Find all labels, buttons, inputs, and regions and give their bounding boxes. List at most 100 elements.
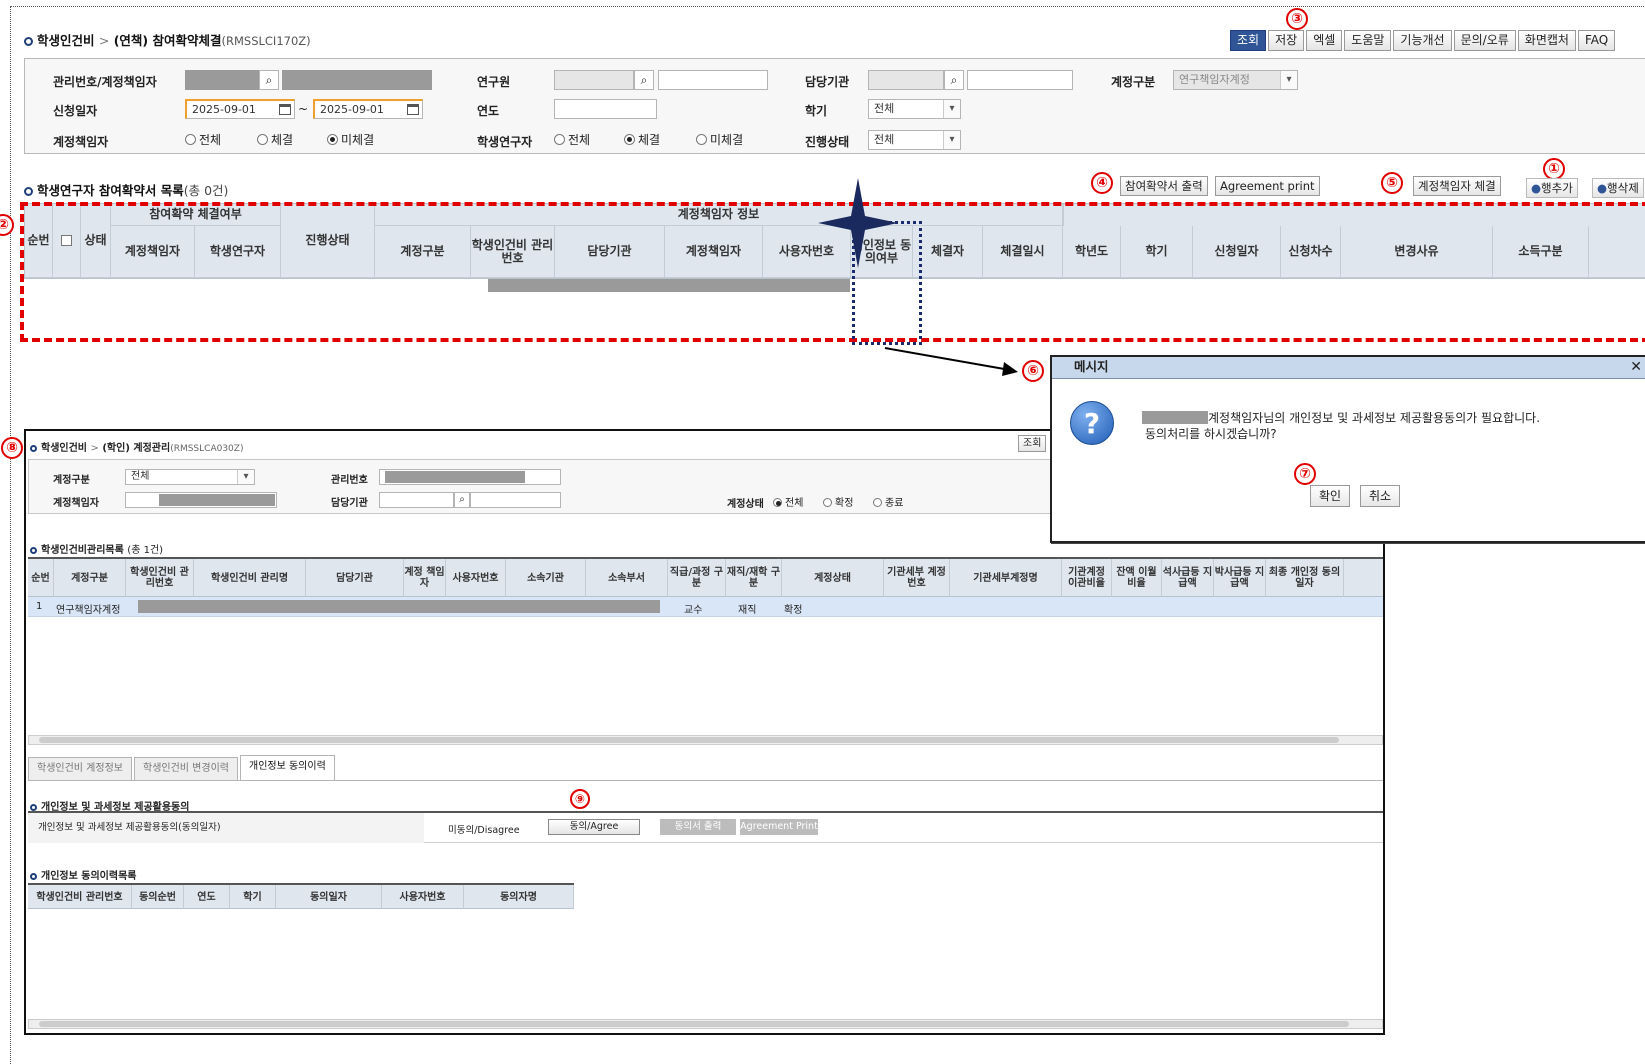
annotation-7: ⑦ xyxy=(1294,463,1316,485)
search-button[interactable]: 조회 xyxy=(1230,30,1267,51)
excel-button[interactable]: 엑셀 xyxy=(1306,30,1343,51)
calendar-icon[interactable] xyxy=(407,104,419,115)
horizontal-scrollbar[interactable] xyxy=(28,1019,1383,1029)
inner-org-name-field[interactable] xyxy=(470,492,561,508)
date-to-field[interactable]: 2025-09-01 xyxy=(313,99,423,119)
consent-print-button[interactable]: 동의서 출력 xyxy=(660,819,736,835)
researcher-name-field[interactable] xyxy=(658,70,768,90)
inner-col-doctor-pay: 박사급등 지급액 xyxy=(1214,559,1266,597)
annotation-3: ③ xyxy=(1286,8,1308,30)
inquiry-button[interactable]: 문의/오류 xyxy=(1453,30,1516,51)
status-select[interactable]: 전체 xyxy=(868,130,961,150)
search-icon[interactable]: ⌕ xyxy=(454,492,470,508)
search-icon[interactable]: ⌕ xyxy=(634,70,654,90)
capture-button[interactable]: 화면캡처 xyxy=(1517,30,1576,51)
dialog-message-line1: 계정책임자님의 개인정보 및 과세정보 제공활용동의가 필요합니다. xyxy=(1208,411,1541,425)
row-account-type: 연구책임자계정 xyxy=(56,605,121,616)
close-icon[interactable]: ✕ xyxy=(1630,357,1642,377)
horizontal-scrollbar[interactable] xyxy=(28,735,1383,745)
history-col-semester: 학기 xyxy=(230,885,276,909)
help-button[interactable]: 도움말 xyxy=(1344,30,1392,51)
mgmt-number-field[interactable] xyxy=(185,70,260,90)
search-icon[interactable]: ⌕ xyxy=(944,70,964,90)
inner-search-button[interactable]: 조회 xyxy=(1018,435,1047,452)
radio-icon xyxy=(554,134,565,145)
consent-agreement-print-button[interactable]: Agreement Print xyxy=(740,819,818,835)
tab-account-info[interactable]: 학생인건비 계정정보 xyxy=(28,757,132,781)
account-type-select[interactable]: 연구책임자계정 xyxy=(1173,70,1298,90)
owner-name-field[interactable] xyxy=(282,70,432,90)
date-to-value: 2025-09-01 xyxy=(320,103,384,116)
toolbar: 조회 저장 엑셀 도움말 기능개선 문의/오류 화면캡처 FAQ xyxy=(1230,30,1616,51)
row-state: 확정 xyxy=(784,605,803,616)
org-name-field[interactable] xyxy=(967,70,1073,90)
inner-col-carry-ratio: 잔액 이월비율 xyxy=(1112,559,1162,597)
save-button[interactable]: 저장 xyxy=(1268,30,1305,51)
dialog-title: 메시지 ✕ xyxy=(1052,357,1645,379)
inner-state-radio-confirmed[interactable]: 확정 xyxy=(823,494,853,509)
consent-status: 미동의/Disagree xyxy=(448,825,520,836)
add-row-button[interactable]: ●행추가 xyxy=(1526,178,1578,198)
semester-label: 학기 xyxy=(805,104,828,118)
search-icon[interactable]: ⌕ xyxy=(259,70,279,90)
inner-state-radio-all[interactable]: 전체 xyxy=(773,494,803,509)
list-title: 학생연구자 참여확약서 목록(총 0건) xyxy=(24,180,228,199)
student-radio-all[interactable]: 전체 xyxy=(554,131,590,148)
bullet-icon xyxy=(24,37,33,46)
history-grid-header: 학생인건비 관리번호 동의순번 연도 학기 동의일자 사용자번호 동의자명 xyxy=(28,883,574,909)
semester-select[interactable]: 전체 xyxy=(868,99,961,119)
ok-button[interactable]: 확인 xyxy=(1310,485,1351,507)
annotation-8: ⑧ xyxy=(1,437,23,459)
inner-col-sub-account-name: 기관세부계정명 xyxy=(950,559,1062,597)
calendar-icon[interactable] xyxy=(279,104,291,115)
inner-account-type-label: 계정구분 xyxy=(53,475,90,486)
delete-row-button[interactable]: ●행삭제 xyxy=(1592,178,1644,198)
screen-code: (RMSSLCI170Z) xyxy=(221,34,311,48)
owner-radio-signed[interactable]: 체결 xyxy=(257,131,293,148)
org-code-field[interactable] xyxy=(868,70,944,90)
page-title: (연책) 참여확약체결 xyxy=(113,33,222,48)
inner-state-label: 계정상태 xyxy=(727,499,764,510)
history-col-mgmt-number: 학생인건비 관리번호 xyxy=(28,885,132,909)
print-agreement-button[interactable]: 참여확약서 출력 xyxy=(1120,176,1208,196)
inner-col-affiliation: 소속기관 xyxy=(506,559,586,597)
cancel-button[interactable]: 취소 xyxy=(1360,485,1401,507)
date-from-field[interactable]: 2025-09-01 xyxy=(185,99,295,119)
faq-button[interactable]: FAQ xyxy=(1577,30,1616,51)
inner-org-label: 담당기관 xyxy=(331,498,368,509)
owner-radio-all[interactable]: 전체 xyxy=(185,131,221,148)
apply-date-label: 신청일자 xyxy=(53,104,98,118)
student-label: 학생연구자 xyxy=(477,135,533,149)
agree-button[interactable]: 동의/Agree xyxy=(548,819,640,835)
inner-state-radio-ended[interactable]: 종료 xyxy=(873,494,903,509)
improve-button[interactable]: 기능개선 xyxy=(1393,30,1452,51)
list-count: (총 0건) xyxy=(183,183,229,198)
inner-col-mgmt-name: 학생인건비 관리명 xyxy=(194,559,306,597)
bullet-icon xyxy=(30,873,37,880)
breadcrumb-separator: > xyxy=(98,33,110,48)
student-radio-unsigned[interactable]: 미체결 xyxy=(696,131,743,148)
table-row[interactable]: 1 연구책임자계정 교수 재직 확정 xyxy=(28,597,1383,617)
breadcrumb-root[interactable]: 학생인건비 xyxy=(37,33,95,48)
radio-icon xyxy=(696,134,707,145)
owner-sign-button[interactable]: 계정책임자 체결 xyxy=(1413,176,1501,196)
tab-change-history[interactable]: 학생인건비 변경이력 xyxy=(134,757,238,781)
question-icon: ? xyxy=(1070,401,1114,445)
history-col-user-number: 사용자번호 xyxy=(382,885,464,909)
inner-breadcrumb: 학생인건비 > (학인) 계정관리(RMSSLCA030Z) xyxy=(30,439,243,454)
annotation-1: ① xyxy=(1543,158,1565,180)
owner-label: 계정책임자 xyxy=(53,135,109,149)
agreement-print-button[interactable]: Agreement print xyxy=(1215,176,1320,196)
annotation-9: ⑨ xyxy=(570,789,590,809)
inner-col-transfer-ratio: 기관계정 이관비율 xyxy=(1062,559,1112,597)
student-radio-signed[interactable]: 체결 xyxy=(624,131,660,148)
bullet-icon xyxy=(30,547,37,554)
researcher-code-field[interactable] xyxy=(554,70,634,90)
inner-col-org: 담당기관 xyxy=(306,559,404,597)
tab-consent-history[interactable]: 개인정보 동의이력 xyxy=(240,755,335,781)
inner-org-code-field[interactable] xyxy=(379,492,454,508)
owner-radio-unsigned[interactable]: 미체결 xyxy=(327,131,374,148)
inner-account-type-select[interactable]: 전체 xyxy=(125,469,255,485)
year-field[interactable] xyxy=(554,99,657,119)
radio-icon xyxy=(257,134,268,145)
